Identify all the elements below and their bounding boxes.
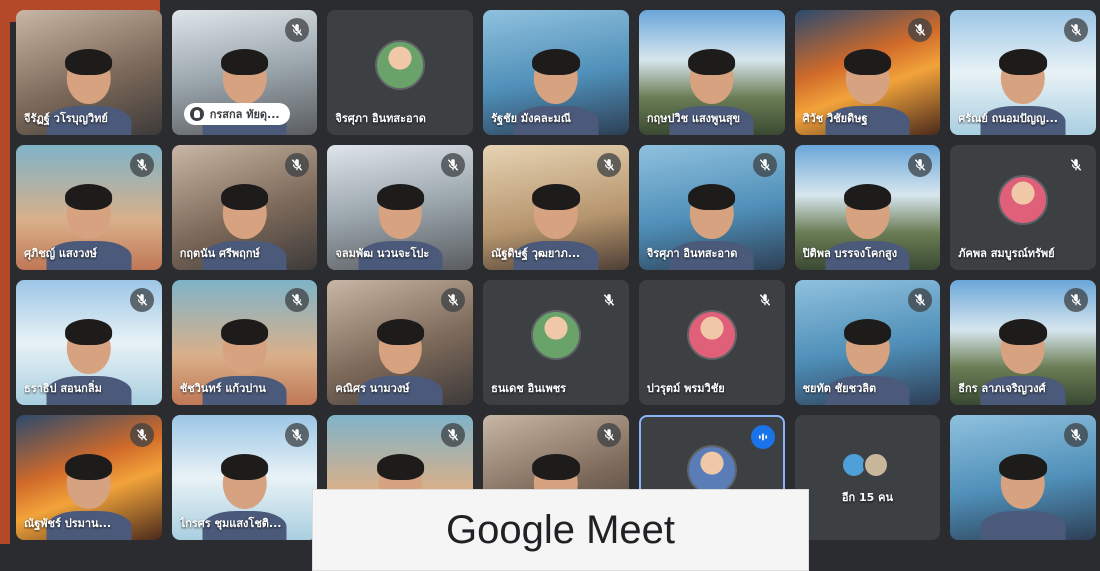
participant-tile[interactable]: ธราธิป สอนกลิ่ม [16,280,162,405]
mic-off-icon [1063,423,1088,447]
participant-tile[interactable]: กฤตนัน ศรีพฤกษ์ [171,145,318,270]
caption-text: Google Meet [445,508,676,552]
caption-box: Google Meet [312,489,809,571]
participant-name: คณิศร นามวงษ์ [335,382,410,395]
mic-off-icon [129,288,154,312]
mic-off-icon [285,288,310,312]
avatar [375,40,426,90]
mic-off-icon [1063,153,1088,177]
mic-off-icon [285,423,310,447]
participant-tile[interactable] [950,415,1096,540]
mic-off-icon [285,18,310,42]
mic-off-icon [441,423,466,447]
participant-name: ศิวัช วิชัยดิษฐ [802,112,868,125]
participant-tile[interactable]: คณิศร นามวงษ์ [327,280,474,405]
participant-name: ปิติพล บรรจงโคกสูง [802,247,898,260]
participant-tile[interactable]: ณัฐดิษฐ์ วุฒยาภ... [483,145,629,270]
participant-name: ปวรุตม์ พรมวิชัย [646,382,725,395]
participant-video [980,453,1066,540]
participant-tile[interactable]: ปิติพล บรรจงโคกสูง [794,145,941,270]
participant-name: ณัฐดิษฐ์ วุฒยาภ... [491,247,581,260]
participant-tile[interactable]: ไกรศร ชุมแสงโชติ... [171,415,318,540]
participant-tile[interactable]: ศุภิชญ์ แสงวงษ์ [16,145,162,270]
participant-tile[interactable]: ณัฐพัชร์ ปรมาน... [16,415,162,540]
participant-tile[interactable]: ชัชวินทร์ แก้วปาน [171,280,318,405]
participant-name: จิรศุภา อินทสะอาด [646,247,738,260]
mic-off-icon [596,153,621,177]
participant-tile[interactable]: กฤษปวิช แสงพูนสุข [638,10,785,135]
mic-off-icon [752,153,777,177]
more-participants-label: อีก 15 คน [841,491,893,504]
participant-name: ชยทัต ชัยชวลิต [802,382,877,395]
avatar [863,452,890,478]
more-participants-avatars [841,452,890,478]
participant-name: ธีกร ลาภเจริญวงศ์ [958,382,1046,395]
participant-grid: จีรัฏฐ์ วโรบุญวิทย์ กรสกล ทัยดุ... จิรศุภา… [16,10,1096,540]
mic-off-icon [596,423,621,447]
mic-off-icon [285,153,310,177]
mic-off-icon [752,288,777,312]
mic-off-icon [908,153,933,177]
participant-name: จิรศุภา อินทสะอาด [335,112,426,125]
participant-name: ศรัณย์ ถนอมปัญญ... [958,112,1058,125]
participant-name: กฤษปวิช แสงพูนสุข [646,112,741,125]
mic-off-icon [129,423,154,447]
participant-tile[interactable]: ธีกร ลาภเจริญวงศ์ [950,280,1096,405]
avatar [686,310,737,360]
avatar [686,445,737,496]
participant-tile[interactable]: จลมพัฒ นวนจะโปะ [327,145,474,270]
mic-off-icon [596,288,621,312]
raised-hand-icon [189,107,204,121]
participant-name: กรสกล ทัยดุ... [209,108,280,121]
participant-name: ธราธิป สอนกลิ่ม [24,382,102,395]
mic-off-icon [1063,288,1088,312]
participant-tile[interactable]: กรสกล ทัยดุ... [171,10,318,135]
mic-off-icon [441,288,466,312]
participant-name: ชัชวินทร์ แก้วปาน [179,382,266,395]
participant-tile[interactable]: ปวรุตม์ พรมวิชัย [638,280,785,405]
participant-name: กฤตนัน ศรีพฤกษ์ [179,247,260,260]
participant-tile[interactable]: ชยทัต ชัยชวลิต [794,280,941,405]
participant-tile[interactable]: จิรศุภา อินทสะอาด [638,145,785,270]
participant-name: จลมพัฒ นวนจะโปะ [335,247,430,260]
mic-off-icon [908,288,933,312]
participant-name: ภัคพล สมบูรณ์ทรัพย์ [958,247,1055,260]
participant-name: ธนเดช อินเพชร [491,382,567,395]
audio-level-icon [750,425,775,449]
participant-name: ศุภิชญ์ แสงวงษ์ [24,247,97,260]
avatar [998,175,1049,225]
mic-off-icon [1063,18,1088,42]
participant-tile[interactable]: ภัคพล สมบูรณ์ทรัพย์ [950,145,1096,270]
raised-hand-badge: กรสกล ทัยดุ... [183,103,290,125]
participant-tile[interactable]: ธนเดช อินเพชร [483,280,629,405]
participant-tile[interactable]: จิรศุภา อินทสะอาด [327,10,474,135]
participant-name: ณัฐพัชร์ ปรมาน... [24,517,112,530]
participant-tile[interactable]: รัฐชัย มังคละมณี [483,10,629,135]
participant-name: จีรัฏฐ์ วโรบุญวิทย์ [24,112,108,125]
participant-name: รัฐชัย มังคละมณี [491,112,571,125]
avatar [530,310,581,360]
participant-tile[interactable]: จีรัฏฐ์ วโรบุญวิทย์ [16,10,162,135]
participant-tile[interactable]: ศิวัช วิชัยดิษฐ [794,10,941,135]
slide-left-accent-bar [0,0,10,544]
mic-off-icon [129,153,154,177]
participant-name: ไกรศร ชุมแสงโชติ... [179,517,282,530]
mic-off-icon [908,18,933,42]
participant-tile[interactable]: ศรัณย์ ถนอมปัญญ... [950,10,1096,135]
participant-tile[interactable]: อีก 15 คน [794,415,941,540]
mic-off-icon [441,153,466,177]
